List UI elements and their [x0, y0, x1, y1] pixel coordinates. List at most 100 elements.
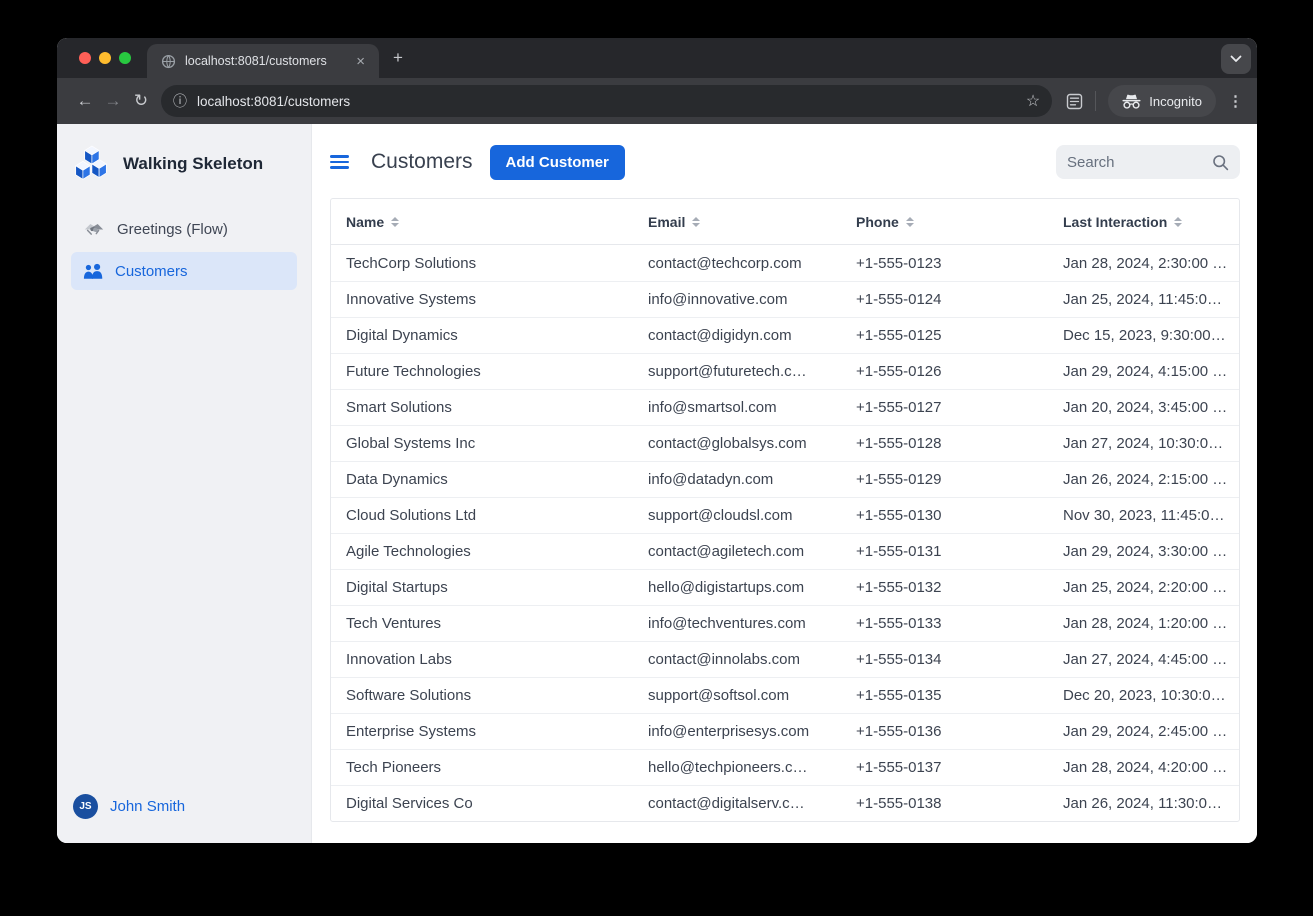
cell-name: TechCorp Solutions — [331, 245, 633, 281]
column-header-email[interactable]: Email — [633, 199, 841, 244]
cell-name: Innovative Systems — [331, 282, 633, 317]
new-tab-button[interactable]: + — [393, 49, 403, 66]
cell-phone: +1-555-0137 — [841, 750, 1048, 785]
cell-name: Digital Services Co — [331, 786, 633, 821]
drawer-toggle-icon[interactable] — [330, 155, 349, 169]
search-box[interactable] — [1056, 145, 1240, 179]
cell-name: Cloud Solutions Ltd — [331, 498, 633, 533]
cell-name: Global Systems Inc — [331, 426, 633, 461]
sidebar-item-customers[interactable]: Customers — [71, 252, 297, 290]
cell-email: contact@agiletech.com — [633, 534, 841, 569]
close-window-button[interactable] — [79, 52, 91, 64]
sort-icon[interactable] — [906, 217, 914, 227]
cell-last-interaction: Jan 29, 2024, 3:30:00 … — [1048, 534, 1240, 569]
cell-email: hello@digistartups.com — [633, 570, 841, 605]
cell-email: support@softsol.com — [633, 678, 841, 713]
cell-phone: +1-555-0126 — [841, 354, 1048, 389]
cell-last-interaction: Jan 28, 2024, 4:20:00 … — [1048, 750, 1240, 785]
back-button[interactable]: ← — [71, 91, 99, 111]
table-row[interactable]: Digital Dynamics contact@digidyn.com +1-… — [331, 317, 1239, 353]
cell-name: Tech Pioneers — [331, 750, 633, 785]
table-row[interactable]: Enterprise Systems info@enterprisesys.co… — [331, 713, 1239, 749]
zoom-window-button[interactable] — [119, 52, 131, 64]
table-row[interactable]: Digital Startups hello@digistartups.com … — [331, 569, 1239, 605]
cell-email: support@cloudsl.com — [633, 498, 841, 533]
column-header-last-interaction[interactable]: Last Interaction — [1048, 199, 1240, 244]
table-row[interactable]: Innovation Labs contact@innolabs.com +1-… — [331, 641, 1239, 677]
cell-phone: +1-555-0123 — [841, 245, 1048, 281]
table-row[interactable]: Global Systems Inc contact@globalsys.com… — [331, 425, 1239, 461]
table-row[interactable]: Data Dynamics info@datadyn.com +1-555-01… — [331, 461, 1239, 497]
customers-grid: Name Email Phone Last Interaction — [330, 198, 1240, 822]
url-text[interactable]: localhost:8081/customers — [197, 94, 1026, 109]
table-row[interactable]: TechCorp Solutions contact@techcorp.com … — [331, 245, 1239, 281]
cell-phone: +1-555-0135 — [841, 678, 1048, 713]
cubes-logo-icon — [73, 144, 109, 184]
cell-last-interaction: Jan 25, 2024, 2:20:00 … — [1048, 570, 1240, 605]
sidebar-item-greetings[interactable]: Greetings (Flow) — [71, 210, 297, 248]
table-row[interactable]: Software Solutions support@softsol.com +… — [331, 677, 1239, 713]
cell-email: contact@techcorp.com — [633, 245, 841, 281]
search-icon — [1212, 154, 1229, 171]
cell-last-interaction: Jan 26, 2024, 2:15:00 … — [1048, 462, 1240, 497]
handshake-icon — [83, 221, 105, 238]
sort-icon[interactable] — [1174, 217, 1182, 227]
site-info-icon[interactable]: ⓘ — [173, 91, 187, 111]
cell-last-interaction: Jan 25, 2024, 11:45:0… — [1048, 282, 1240, 317]
incognito-label: Incognito — [1149, 94, 1202, 109]
cell-phone: +1-555-0132 — [841, 570, 1048, 605]
minimize-window-button[interactable] — [99, 52, 111, 64]
cell-name: Smart Solutions — [331, 390, 633, 425]
forward-button[interactable]: → — [99, 91, 127, 111]
cell-email: info@enterprisesys.com — [633, 714, 841, 749]
tab-title: localhost:8081/customers — [185, 54, 352, 68]
add-customer-button[interactable]: Add Customer — [490, 145, 625, 180]
table-row[interactable]: Agile Technologies contact@agiletech.com… — [331, 533, 1239, 569]
cell-last-interaction: Jan 27, 2024, 4:45:00 … — [1048, 642, 1240, 677]
cell-name: Innovation Labs — [331, 642, 633, 677]
table-row[interactable]: Tech Pioneers hello@techpioneers.c… +1-5… — [331, 749, 1239, 785]
cell-email: contact@digidyn.com — [633, 318, 841, 353]
grid-body: TechCorp Solutions contact@techcorp.com … — [331, 245, 1239, 821]
table-row[interactable]: Smart Solutions info@smartsol.com +1-555… — [331, 389, 1239, 425]
browser-menu-button[interactable]: ⋮ — [1228, 92, 1243, 110]
sidebar-spacer — [57, 290, 311, 780]
table-row[interactable]: Cloud Solutions Ltd support@cloudsl.com … — [331, 497, 1239, 533]
app-title: Walking Skeleton — [123, 154, 263, 174]
reading-list-icon[interactable] — [1066, 93, 1083, 110]
avatar: JS — [73, 794, 98, 819]
close-tab-icon[interactable]: × — [352, 52, 369, 71]
table-row[interactable]: Tech Ventures info@techventures.com +1-5… — [331, 605, 1239, 641]
search-input[interactable] — [1067, 154, 1212, 171]
cell-phone: +1-555-0129 — [841, 462, 1048, 497]
table-row[interactable]: Innovative Systems info@innovative.com +… — [331, 281, 1239, 317]
cell-name: Software Solutions — [331, 678, 633, 713]
cell-last-interaction: Jan 28, 2024, 2:30:00 … — [1048, 245, 1240, 281]
cell-last-interaction: Jan 20, 2024, 3:45:00 … — [1048, 390, 1240, 425]
cell-last-interaction: Jan 29, 2024, 4:15:00 … — [1048, 354, 1240, 389]
cell-phone: +1-555-0133 — [841, 606, 1048, 641]
incognito-icon — [1122, 94, 1141, 109]
cell-name: Future Technologies — [331, 354, 633, 389]
cell-name: Agile Technologies — [331, 534, 633, 569]
table-row[interactable]: Digital Services Co contact@digitalserv.… — [331, 785, 1239, 821]
address-bar[interactable]: ⓘ localhost:8081/customers ☆ — [161, 85, 1052, 117]
cell-name: Enterprise Systems — [331, 714, 633, 749]
cell-phone: +1-555-0134 — [841, 642, 1048, 677]
column-header-name[interactable]: Name — [331, 199, 633, 244]
cell-phone: +1-555-0130 — [841, 498, 1048, 533]
users-icon — [83, 263, 103, 280]
sort-icon[interactable] — [692, 217, 700, 227]
page-content: Walking Skeleton Greetings (Flow) — [57, 124, 1257, 843]
cell-email: contact@digitalserv.c… — [633, 786, 841, 821]
column-header-phone[interactable]: Phone — [841, 199, 1048, 244]
reload-button[interactable]: ↻ — [127, 91, 155, 111]
page-title: Customers — [371, 150, 473, 174]
bookmark-star-icon[interactable]: ☆ — [1026, 91, 1040, 111]
cell-email: contact@globalsys.com — [633, 426, 841, 461]
user-menu[interactable]: JS John Smith — [57, 780, 311, 843]
table-row[interactable]: Future Technologies support@futuretech.c… — [331, 353, 1239, 389]
tab-search-button[interactable] — [1221, 44, 1251, 74]
browser-tab[interactable]: localhost:8081/customers × — [147, 44, 379, 78]
sort-icon[interactable] — [391, 217, 399, 227]
